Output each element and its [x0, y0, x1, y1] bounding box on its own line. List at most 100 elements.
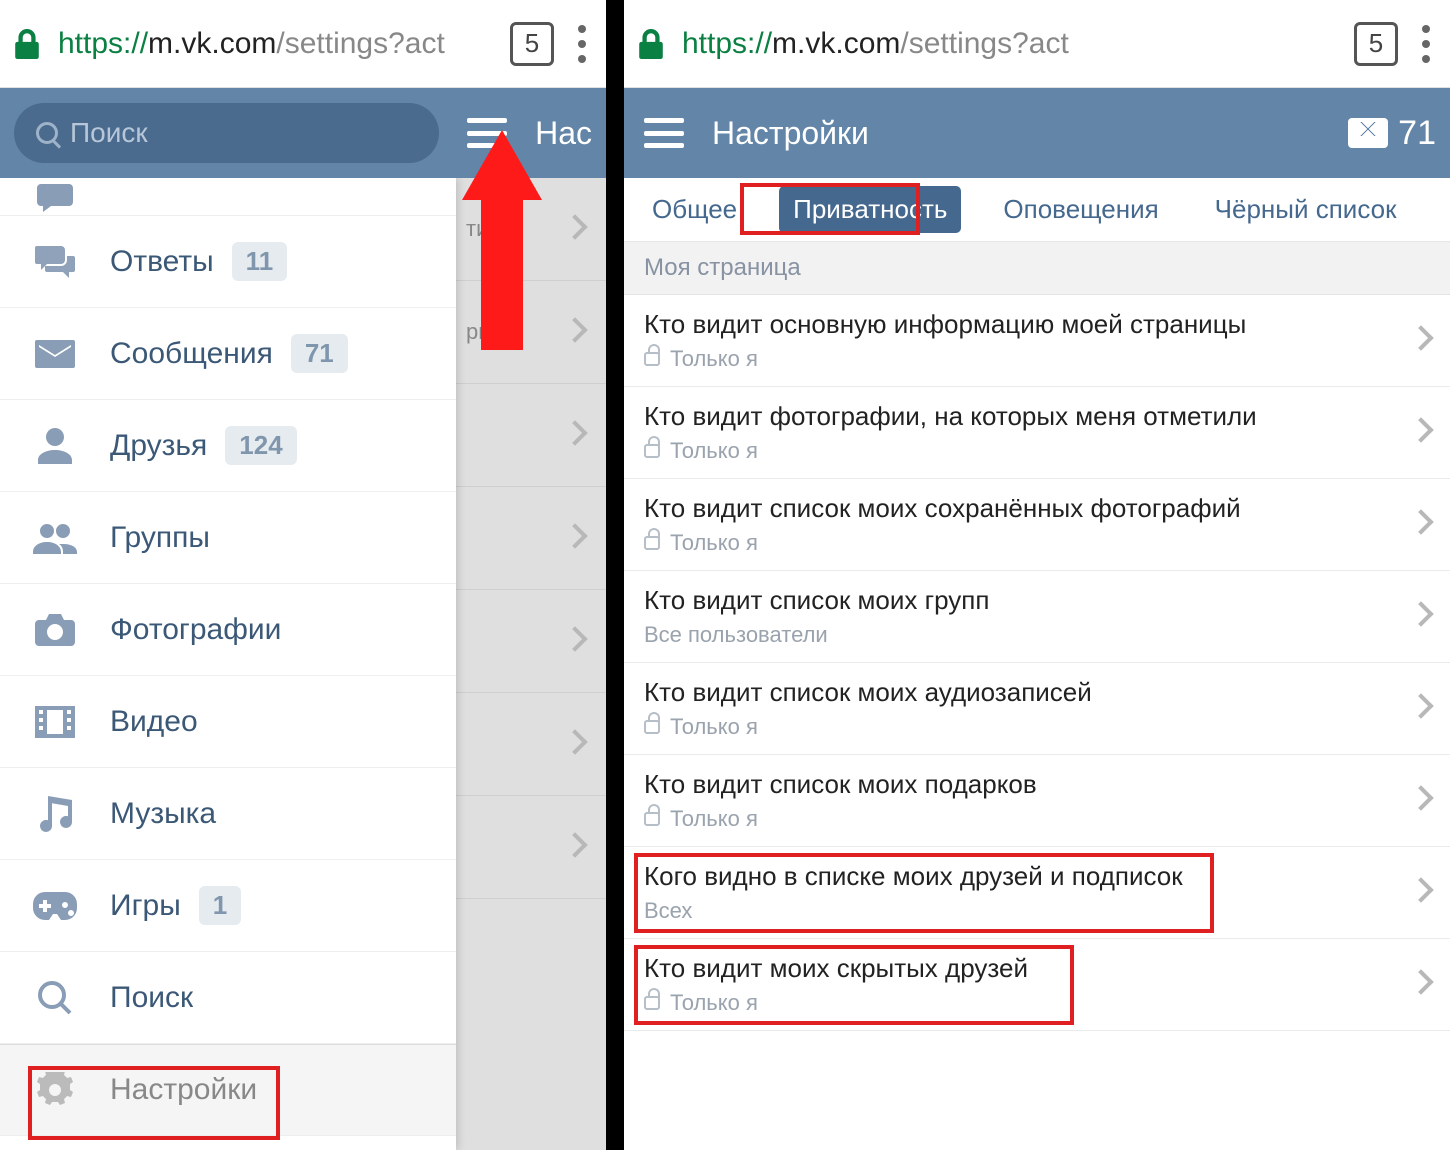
- reply-icon: [30, 242, 80, 282]
- url-text[interactable]: https://m.vk.com/settings?act: [682, 27, 1336, 61]
- bg-row[interactable]: [456, 487, 606, 590]
- sidebar-badge: 1: [199, 886, 241, 925]
- sidebar-item-label: Поиск: [110, 981, 193, 1015]
- privacy-item[interactable]: Кто видит список моих подарков Только я: [624, 755, 1450, 847]
- sidebar-item-groups[interactable]: Группы: [0, 492, 456, 584]
- hamburger-icon[interactable]: [644, 118, 684, 148]
- gamepad-icon: [30, 886, 80, 926]
- sidebar-item-label: Фотографии: [110, 613, 281, 647]
- privacy-item[interactable]: Кто видит список моих группВсе пользоват…: [624, 571, 1450, 663]
- chevron-right-icon: [566, 321, 584, 344]
- music-icon: [30, 794, 80, 834]
- browser-menu-icon[interactable]: [1416, 19, 1436, 69]
- lock-icon: [14, 29, 40, 59]
- chevron-right-icon: [1412, 789, 1430, 812]
- sidebar-item-label: Настройки: [110, 1073, 257, 1107]
- lock-icon: [644, 352, 660, 366]
- sidebar-item-label: Сообщения: [110, 337, 273, 371]
- gear-icon: [30, 1070, 80, 1110]
- privacy-item-value: Только я: [644, 530, 1412, 556]
- privacy-list: Кто видит основную информацию моей стран…: [624, 295, 1450, 1031]
- sidebar-item-label: Группы: [110, 521, 210, 555]
- sidebar-badge: 11: [232, 242, 288, 281]
- privacy-item-value: Все пользователи: [644, 622, 1412, 648]
- privacy-item-value: Только я: [644, 438, 1412, 464]
- privacy-item-title: Кого видно в списке моих друзей и подпис…: [644, 861, 1412, 892]
- camera-icon: [30, 610, 80, 650]
- tab-general[interactable]: Общее: [638, 186, 751, 233]
- privacy-item[interactable]: Кого видно в списке моих друзей и подпис…: [624, 847, 1450, 939]
- sidebar-item-label: Друзья: [110, 429, 207, 463]
- lock-icon: [644, 444, 660, 458]
- search-icon: [30, 978, 80, 1018]
- annotation-arrow: [462, 130, 542, 350]
- privacy-item-title: Кто видит список моих сохранённых фотогр…: [644, 493, 1412, 524]
- mail-icon: [1348, 118, 1388, 148]
- messages-counter[interactable]: 71: [1348, 114, 1436, 153]
- bg-row[interactable]: [456, 796, 606, 899]
- settings-tabs: Общее Приватность Оповещения Чёрный спис…: [624, 178, 1450, 242]
- tabs-count-chip[interactable]: 5: [510, 22, 554, 66]
- privacy-item[interactable]: Кто видит список моих аудиозаписейТолько…: [624, 663, 1450, 755]
- privacy-item-title: Кто видит фотографии, на которых меня от…: [644, 401, 1412, 432]
- sidebar-item-label: Музыка: [110, 797, 216, 831]
- chevron-right-icon: [1412, 605, 1430, 628]
- url-text[interactable]: https://m.vk.com/settings?act: [58, 27, 492, 61]
- tab-notifications[interactable]: Оповещения: [989, 186, 1172, 233]
- privacy-item[interactable]: Кто видит основную информацию моей стран…: [624, 295, 1450, 387]
- chevron-right-icon: [566, 218, 584, 241]
- film-icon: [30, 702, 80, 742]
- chevron-right-icon: [1412, 881, 1430, 904]
- privacy-item[interactable]: Кто видит моих скрытых друзейТолько я: [624, 939, 1450, 1031]
- sidebar: Ответы 11 Сообщения 71 Друзья 124 Группы: [0, 178, 456, 1150]
- privacy-item-value: Только я: [644, 714, 1412, 740]
- chevron-right-icon: [566, 733, 584, 756]
- bg-row[interactable]: [456, 693, 606, 796]
- chevron-right-icon: [1412, 329, 1430, 352]
- privacy-item[interactable]: Кто видит список моих сохранённых фотогр…: [624, 479, 1450, 571]
- mail-icon: [30, 334, 80, 374]
- privacy-item-title: Кто видит основную информацию моей стран…: [644, 309, 1412, 340]
- chevron-right-icon: [1412, 697, 1430, 720]
- lock-icon: [644, 812, 660, 826]
- page-title-cut: Нас: [535, 115, 592, 152]
- sidebar-item-messages[interactable]: Сообщения 71: [0, 308, 456, 400]
- sidebar-item-replies[interactable]: Ответы 11: [0, 216, 456, 308]
- sidebar-item-friends[interactable]: Друзья 124: [0, 400, 456, 492]
- sidebar-item-cut[interactable]: [0, 178, 456, 216]
- sidebar-item-settings[interactable]: Настройки: [0, 1044, 456, 1136]
- chevron-right-icon: [566, 630, 584, 653]
- messages-count: 71: [1398, 114, 1436, 153]
- sidebar-item-games[interactable]: Игры 1: [0, 860, 456, 952]
- privacy-item-title: Кто видит список моих подарков: [644, 769, 1412, 800]
- bg-row[interactable]: [456, 384, 606, 487]
- chevron-right-icon: [566, 527, 584, 550]
- sidebar-badge: 71: [291, 334, 348, 373]
- page-title: Настройки: [712, 115, 1348, 152]
- browser-address-bar: https://m.vk.com/settings?act 5: [0, 0, 606, 88]
- vk-header: Настройки 71: [624, 88, 1450, 178]
- tab-privacy[interactable]: Приватность: [779, 186, 961, 233]
- search-icon: [36, 122, 58, 144]
- chevron-right-icon: [1412, 973, 1430, 996]
- tabs-count-chip[interactable]: 5: [1354, 22, 1398, 66]
- privacy-item-value: Только я: [644, 806, 1412, 832]
- sidebar-item-video[interactable]: Видео: [0, 676, 456, 768]
- privacy-item-value: Только я: [644, 990, 1412, 1016]
- lock-icon: [644, 720, 660, 734]
- pane-divider: [606, 0, 624, 1150]
- sidebar-item-music[interactable]: Музыка: [0, 768, 456, 860]
- sidebar-item-search[interactable]: Поиск: [0, 952, 456, 1044]
- bg-row[interactable]: [456, 590, 606, 693]
- browser-menu-icon[interactable]: [572, 19, 592, 69]
- sidebar-item-label: Игры: [110, 889, 181, 923]
- lock-icon: [644, 996, 660, 1010]
- search-input[interactable]: Поиск: [14, 103, 439, 163]
- section-header: Моя страница: [624, 242, 1450, 295]
- privacy-item-value: Всех: [644, 898, 1412, 924]
- person-icon: [30, 426, 80, 466]
- tab-blacklist[interactable]: Чёрный список: [1201, 186, 1411, 233]
- privacy-item[interactable]: Кто видит фотографии, на которых меня от…: [624, 387, 1450, 479]
- sidebar-item-photos[interactable]: Фотографии: [0, 584, 456, 676]
- lock-icon: [644, 536, 660, 550]
